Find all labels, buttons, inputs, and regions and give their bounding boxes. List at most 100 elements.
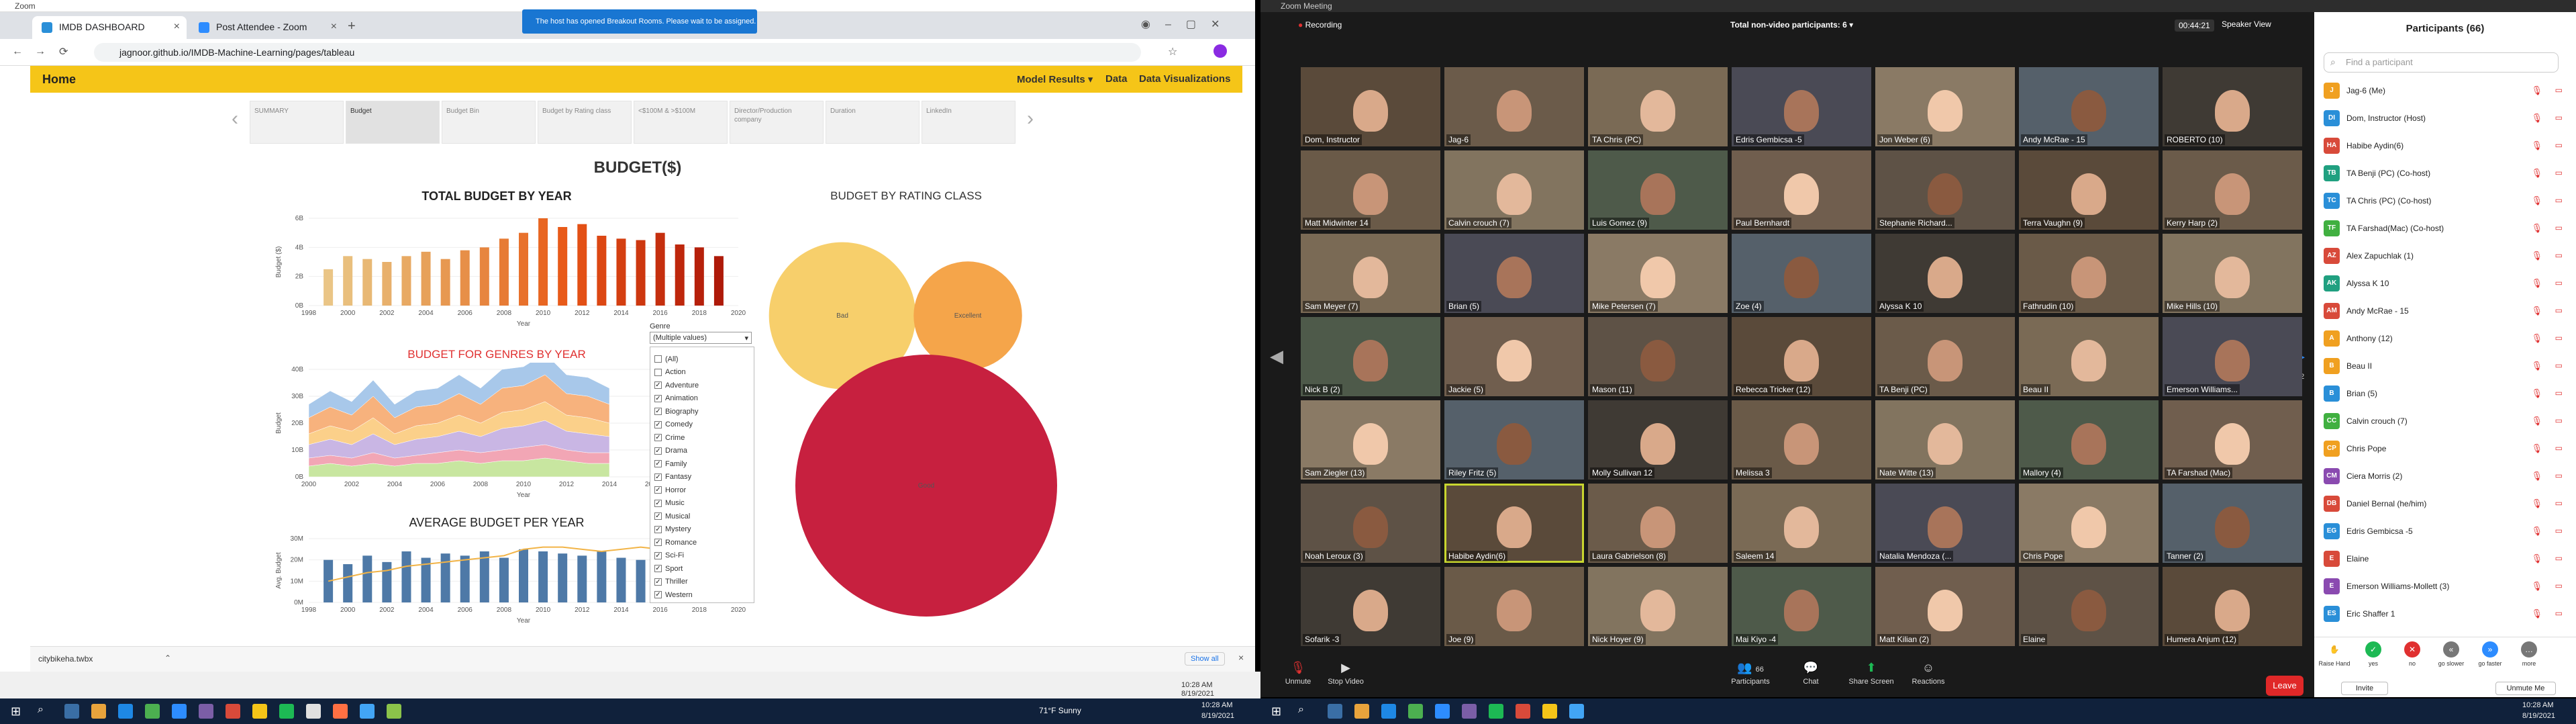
model-results-menu[interactable]: Model Results ▾	[1017, 73, 1093, 85]
participant-row[interactable]: TB TA Benji (PC) (Co-host) 🎙 ▭	[2324, 161, 2572, 186]
dash-tab-budget-rating[interactable]: Budget by Rating class	[538, 101, 632, 144]
participant-search-input[interactable]: Find a participant	[2324, 52, 2559, 73]
stop-video-button[interactable]: ▶ Stop Video	[1322, 661, 1369, 686]
video-tile[interactable]: Sam Ziegler (13)	[1301, 400, 1440, 480]
vscode-icon[interactable]	[1462, 704, 1477, 719]
genre-option[interactable]: ✓ Thriller	[654, 576, 688, 588]
genre-option[interactable]: ✓ Sport	[654, 562, 683, 575]
spotify-icon[interactable]	[1489, 704, 1503, 719]
windows-start-icon[interactable]: ⊞	[1271, 705, 1281, 719]
app-icon[interactable]	[1542, 704, 1557, 719]
video-tile[interactable]: Molly Sullivan 12	[1588, 400, 1728, 480]
participant-row[interactable]: DI Dom, Instructor (Host) 🎙 ▭	[2324, 105, 2572, 131]
search-icon[interactable]: ⌕	[1298, 704, 1304, 716]
edge-icon[interactable]	[1381, 704, 1396, 719]
video-tile[interactable]: Elaine	[2019, 567, 2159, 646]
video-tile[interactable]: Andy McRae - 15	[2019, 67, 2159, 146]
video-tile[interactable]: Laura Gabrielson (8)	[1588, 484, 1728, 563]
participant-row[interactable]: E Emerson Williams-Mollett (3) 🎙 ▭	[2324, 574, 2572, 599]
video-tile[interactable]: Mason (11)	[1588, 317, 1728, 396]
non-video-dropdown[interactable]: Total non-video participants: 6 ▾	[1730, 20, 1853, 30]
participant-row[interactable]: CM Ciera Morris (2) 🎙 ▭	[2324, 463, 2572, 489]
reactions-button[interactable]: ☺ Reactions	[1905, 661, 1952, 686]
checkbox[interactable]: ✓	[654, 473, 662, 481]
genre-option[interactable]: ✓ Mystery	[654, 523, 691, 536]
app-icon[interactable]	[360, 704, 375, 719]
checkbox[interactable]: ✓	[654, 565, 662, 572]
video-tile[interactable]: Riley Fritz (5)	[1444, 400, 1584, 480]
video-tile[interactable]: Emerson Williams...	[2163, 317, 2302, 396]
reload-icon[interactable]: ⟳	[59, 45, 68, 58]
participant-row[interactable]: ES Eric Shaffer 1 🎙 ▭	[2324, 601, 2572, 627]
video-tile[interactable]: Zoe (4)	[1732, 234, 1871, 313]
weather-widget[interactable]: 71°F Sunny	[1039, 706, 1081, 715]
checkbox[interactable]: ✓	[654, 420, 662, 428]
video-tile[interactable]: Edris Gembicsa -5	[1732, 67, 1871, 146]
checkbox[interactable]: ✓	[654, 408, 662, 415]
checkbox[interactable]	[654, 355, 662, 363]
checkbox[interactable]: ✓	[654, 578, 662, 586]
participant-row[interactable]: AM Andy McRae - 15 🎙 ▭	[2324, 298, 2572, 324]
participant-row[interactable]: B Brian (5) 🎙 ▭	[2324, 381, 2572, 406]
participant-row[interactable]: J Jag-6 (Me) 🎙 ▭	[2324, 78, 2572, 103]
genre-option[interactable]: Action	[654, 366, 686, 379]
taskview-icon[interactable]	[1328, 704, 1342, 719]
checkbox[interactable]: ✓	[654, 539, 662, 546]
dash-tab-duration[interactable]: Duration	[826, 101, 920, 144]
video-tile[interactable]: Jackie (5)	[1444, 317, 1584, 396]
search-icon[interactable]: ⌕	[38, 704, 44, 716]
zoom-taskbar-icon[interactable]	[172, 704, 187, 719]
checkbox[interactable]: ✓	[654, 381, 662, 389]
video-tile[interactable]: Nick B (2)	[1301, 317, 1440, 396]
genre-option[interactable]: ✓ Musical	[654, 510, 690, 523]
genre-option[interactable]: ✓ Adventure	[654, 379, 699, 392]
video-tile[interactable]: Brian (5)	[1444, 234, 1584, 313]
leave-button[interactable]: Leave	[2266, 676, 2303, 696]
video-tile[interactable]: Matt Kilian (2)	[1875, 567, 2015, 646]
checkbox[interactable]: ✓	[654, 512, 662, 520]
video-tile[interactable]: Luis Gomez (9)	[1588, 150, 1728, 230]
close-icon[interactable]: ×	[331, 21, 337, 33]
tab-imdb-dashboard[interactable]: IMDB DASHBOARD ×	[32, 16, 187, 39]
dash-tab-100m[interactable]: <$100M & >$100M	[634, 101, 728, 144]
chevron-up-icon[interactable]: ⌃	[164, 653, 171, 663]
file-explorer-icon[interactable]	[91, 704, 106, 719]
unmute-button[interactable]: 🎙 Unmute	[1278, 661, 1318, 686]
checkbox[interactable]: ✓	[654, 525, 662, 533]
participant-row[interactable]: EG Edris Gembicsa -5 🎙 ▭	[2324, 518, 2572, 544]
video-tile[interactable]: TA Benji (PC)	[1875, 317, 2015, 396]
participant-row[interactable]: TC TA Chris (PC) (Co-host) 🎙 ▭	[2324, 188, 2572, 214]
app-icon[interactable]	[333, 704, 348, 719]
data-link[interactable]: Data	[1105, 73, 1128, 85]
video-tile[interactable]: Nick Hoyer (9)	[1588, 567, 1728, 646]
star-icon[interactable]: ☆	[1168, 45, 1177, 58]
invite-button[interactable]: Invite	[2341, 682, 2388, 695]
genre-option[interactable]: ✓ Romance	[654, 536, 697, 549]
prev-page-icon[interactable]: ◀	[1270, 346, 1283, 367]
checkbox[interactable]: ✓	[654, 591, 662, 598]
video-tile[interactable]: Tanner (2)	[2163, 484, 2302, 563]
participant-row[interactable]: HA Habibe Aydin(6) 🎙 ▭	[2324, 133, 2572, 159]
home-link[interactable]: Home	[42, 73, 76, 87]
genre-option[interactable]: ✓ Biography	[654, 405, 699, 418]
video-tile[interactable]: Jag-6	[1444, 67, 1584, 146]
video-tile[interactable]: Calvin crouch (7)	[1444, 150, 1584, 230]
checkbox[interactable]: ✓	[654, 394, 662, 402]
video-tile[interactable]: Matt Midwinter 14	[1301, 150, 1440, 230]
app-icon[interactable]	[1569, 704, 1584, 719]
no-button[interactable]: ✕ no	[2396, 641, 2428, 667]
checkbox[interactable]: ✓	[654, 447, 662, 455]
genre-option[interactable]: ✓ Comedy	[654, 418, 693, 431]
spotify-icon[interactable]	[279, 704, 294, 719]
yes-button[interactable]: ✓ yes	[2357, 641, 2389, 667]
zoom-taskbar-icon[interactable]	[1435, 704, 1450, 719]
video-tile[interactable]: TA Chris (PC)	[1588, 67, 1728, 146]
close-icon[interactable]: ×	[1238, 652, 1244, 663]
video-tile[interactable]: Alyssa K 10	[1875, 234, 2015, 313]
app-icon[interactable]	[306, 704, 321, 719]
video-tile[interactable]: Sam Meyer (7)	[1301, 234, 1440, 313]
video-tile[interactable]: TA Farshad (Mac)	[2163, 400, 2302, 480]
video-tile[interactable]: Jon Weber (6)	[1875, 67, 2015, 146]
video-tile[interactable]: Noah Leroux (3)	[1301, 484, 1440, 563]
app-icon[interactable]	[1516, 704, 1530, 719]
